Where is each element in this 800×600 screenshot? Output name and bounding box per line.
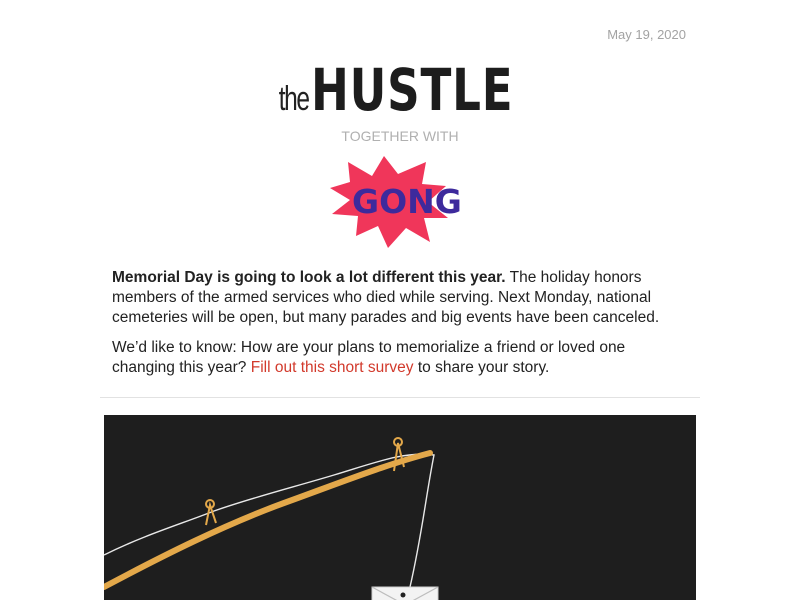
fishing-line xyxy=(104,453,435,588)
envelope-icon xyxy=(371,586,439,600)
intro-section: Memorial Day is going to look a lot diff… xyxy=(112,268,692,388)
the-hustle-logo[interactable]: the HUSTLE xyxy=(0,56,800,124)
gong-burst-icon: GONG xyxy=(330,156,462,248)
fishing-rod-illustration xyxy=(104,437,439,600)
survey-link[interactable]: Fill out this short survey xyxy=(251,359,414,376)
email-date: May 19, 2020 xyxy=(607,27,686,42)
email-page: May 19, 2020 the HUSTLE TOGETHER WITH GO… xyxy=(0,0,800,600)
hero-image[interactable] xyxy=(104,415,696,600)
survey-paragraph: We’d like to know: How are your plans to… xyxy=(112,338,692,378)
intro-headline: Memorial Day is going to look a lot diff… xyxy=(112,269,506,286)
sponsor-name: GONG xyxy=(352,182,462,221)
logo-hustle-text: HUSTLE xyxy=(311,56,514,124)
fishing-rod xyxy=(104,450,433,590)
survey-suffix: to share your story. xyxy=(413,359,550,376)
logo-the-text: the xyxy=(279,80,310,118)
section-divider xyxy=(100,397,700,398)
intro-paragraph: Memorial Day is going to look a lot diff… xyxy=(112,268,692,328)
together-with-label: TOGETHER WITH xyxy=(341,128,459,144)
gong-sponsor-logo[interactable]: GONG xyxy=(328,156,478,248)
